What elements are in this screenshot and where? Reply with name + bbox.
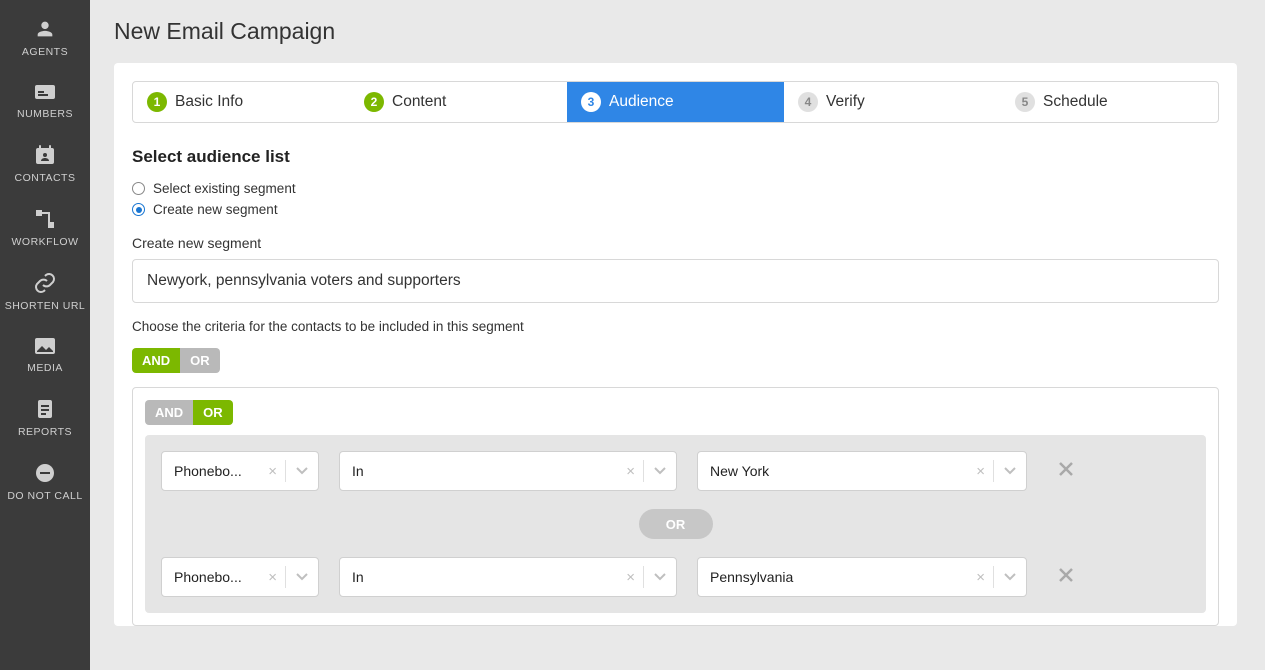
clear-icon[interactable]: × xyxy=(968,463,993,480)
chevron-down-icon[interactable] xyxy=(644,462,666,480)
sidebar-label: CONTACTS xyxy=(15,172,76,184)
value-select[interactable]: New York × xyxy=(697,451,1027,491)
outer-and-or-toggle[interactable]: AND OR xyxy=(132,348,220,373)
step-number: 1 xyxy=(147,92,167,112)
step-label: Content xyxy=(392,93,446,111)
outer-or-button[interactable]: OR xyxy=(180,348,220,373)
segment-name-input[interactable] xyxy=(132,259,1219,303)
remove-row-button[interactable] xyxy=(1057,566,1075,589)
sidebar-label: AGENTS xyxy=(22,46,68,58)
image-icon xyxy=(33,336,57,356)
radio-label: Select existing segment xyxy=(153,181,296,196)
close-icon xyxy=(1057,566,1075,584)
criteria-row: Phonebo... × In × New York × xyxy=(161,451,1190,491)
chevron-down-icon[interactable] xyxy=(286,568,308,586)
tab-content[interactable]: 2 Content xyxy=(350,82,567,122)
step-tabs: 1 Basic Info 2 Content 3 Audience 4 Veri… xyxy=(132,81,1219,123)
field-value: Phonebo... xyxy=(174,463,260,479)
page-title: New Email Campaign xyxy=(114,18,1237,45)
document-icon xyxy=(34,398,56,420)
step-label: Audience xyxy=(609,93,674,111)
card-icon xyxy=(33,82,57,102)
close-icon xyxy=(1057,460,1075,478)
person-icon xyxy=(34,18,56,40)
sidebar-label: MEDIA xyxy=(27,362,63,374)
calendar-person-icon xyxy=(33,144,57,166)
field-select[interactable]: Phonebo... × xyxy=(161,451,319,491)
criteria-helper-text: Choose the criteria for the contacts to … xyxy=(132,319,1219,334)
sidebar-item-agents[interactable]: AGENTS xyxy=(0,6,90,70)
value-text: Pennsylvania xyxy=(710,569,968,585)
sidebar-item-workflow[interactable]: WORKFLOW xyxy=(0,196,90,260)
step-label: Schedule xyxy=(1043,93,1108,111)
chevron-down-icon[interactable] xyxy=(994,462,1016,480)
value-select[interactable]: Pennsylvania × xyxy=(697,557,1027,597)
sidebar-item-numbers[interactable]: NUMBERS xyxy=(0,70,90,132)
operator-value: In xyxy=(352,569,618,585)
audience-heading: Select audience list xyxy=(132,147,1219,167)
step-number: 5 xyxy=(1015,92,1035,112)
inner-and-button[interactable]: AND xyxy=(145,400,193,425)
create-segment-label: Create new segment xyxy=(132,235,1219,251)
step-number: 2 xyxy=(364,92,384,112)
clear-icon[interactable]: × xyxy=(618,463,643,480)
main-content: New Email Campaign 1 Basic Info 2 Conten… xyxy=(90,0,1265,670)
field-select[interactable]: Phonebo... × xyxy=(161,557,319,597)
clear-icon[interactable]: × xyxy=(260,463,285,480)
sidebar-label: DO NOT CALL xyxy=(7,490,82,502)
inner-or-button[interactable]: OR xyxy=(193,400,233,425)
clear-icon[interactable]: × xyxy=(260,569,285,586)
chevron-down-icon[interactable] xyxy=(644,568,666,586)
chevron-down-icon[interactable] xyxy=(994,568,1016,586)
step-number: 3 xyxy=(581,92,601,112)
radio-existing-segment[interactable]: Select existing segment xyxy=(132,181,1219,196)
operator-value: In xyxy=(352,463,618,479)
tab-audience[interactable]: 3 Audience xyxy=(567,82,784,122)
sidebar-item-shorten-url[interactable]: SHORTEN URL xyxy=(0,260,90,324)
radio-icon xyxy=(132,203,145,216)
sidebar-label: WORKFLOW xyxy=(12,236,79,248)
criteria-inner-group: Phonebo... × In × New York × xyxy=(145,435,1206,613)
criteria-group: AND OR Phonebo... × In × xyxy=(132,387,1219,626)
criteria-row: Phonebo... × In × Pennsylvania × xyxy=(161,557,1190,597)
workflow-icon xyxy=(33,208,57,230)
tab-schedule[interactable]: 5 Schedule xyxy=(1001,82,1218,122)
sidebar-item-do-not-call[interactable]: DO NOT CALL xyxy=(0,450,90,514)
sidebar: AGENTS NUMBERS CONTACTS WORKFLOW SHORTEN… xyxy=(0,0,90,670)
value-text: New York xyxy=(710,463,968,479)
step-label: Verify xyxy=(826,93,865,111)
clear-icon[interactable]: × xyxy=(618,569,643,586)
outer-and-button[interactable]: AND xyxy=(132,348,180,373)
link-icon xyxy=(33,272,57,294)
clear-icon[interactable]: × xyxy=(968,569,993,586)
campaign-card: 1 Basic Info 2 Content 3 Audience 4 Veri… xyxy=(114,63,1237,626)
sidebar-label: NUMBERS xyxy=(17,108,73,120)
operator-select[interactable]: In × xyxy=(339,451,677,491)
sidebar-label: SHORTEN URL xyxy=(5,300,86,312)
radio-icon xyxy=(132,182,145,195)
sidebar-item-reports[interactable]: REPORTS xyxy=(0,386,90,450)
operator-select[interactable]: In × xyxy=(339,557,677,597)
tab-basic-info[interactable]: 1 Basic Info xyxy=(133,82,350,122)
step-label: Basic Info xyxy=(175,93,243,111)
tab-verify[interactable]: 4 Verify xyxy=(784,82,1001,122)
sidebar-item-contacts[interactable]: CONTACTS xyxy=(0,132,90,196)
field-value: Phonebo... xyxy=(174,569,260,585)
inner-and-or-toggle[interactable]: AND OR xyxy=(145,400,233,425)
radio-label: Create new segment xyxy=(153,202,278,217)
or-pill: OR xyxy=(639,509,713,539)
step-number: 4 xyxy=(798,92,818,112)
sidebar-label: REPORTS xyxy=(18,426,72,438)
chevron-down-icon[interactable] xyxy=(286,462,308,480)
remove-row-button[interactable] xyxy=(1057,460,1075,483)
radio-create-segment[interactable]: Create new segment xyxy=(132,202,1219,217)
minus-circle-icon xyxy=(34,462,56,484)
sidebar-item-media[interactable]: MEDIA xyxy=(0,324,90,386)
